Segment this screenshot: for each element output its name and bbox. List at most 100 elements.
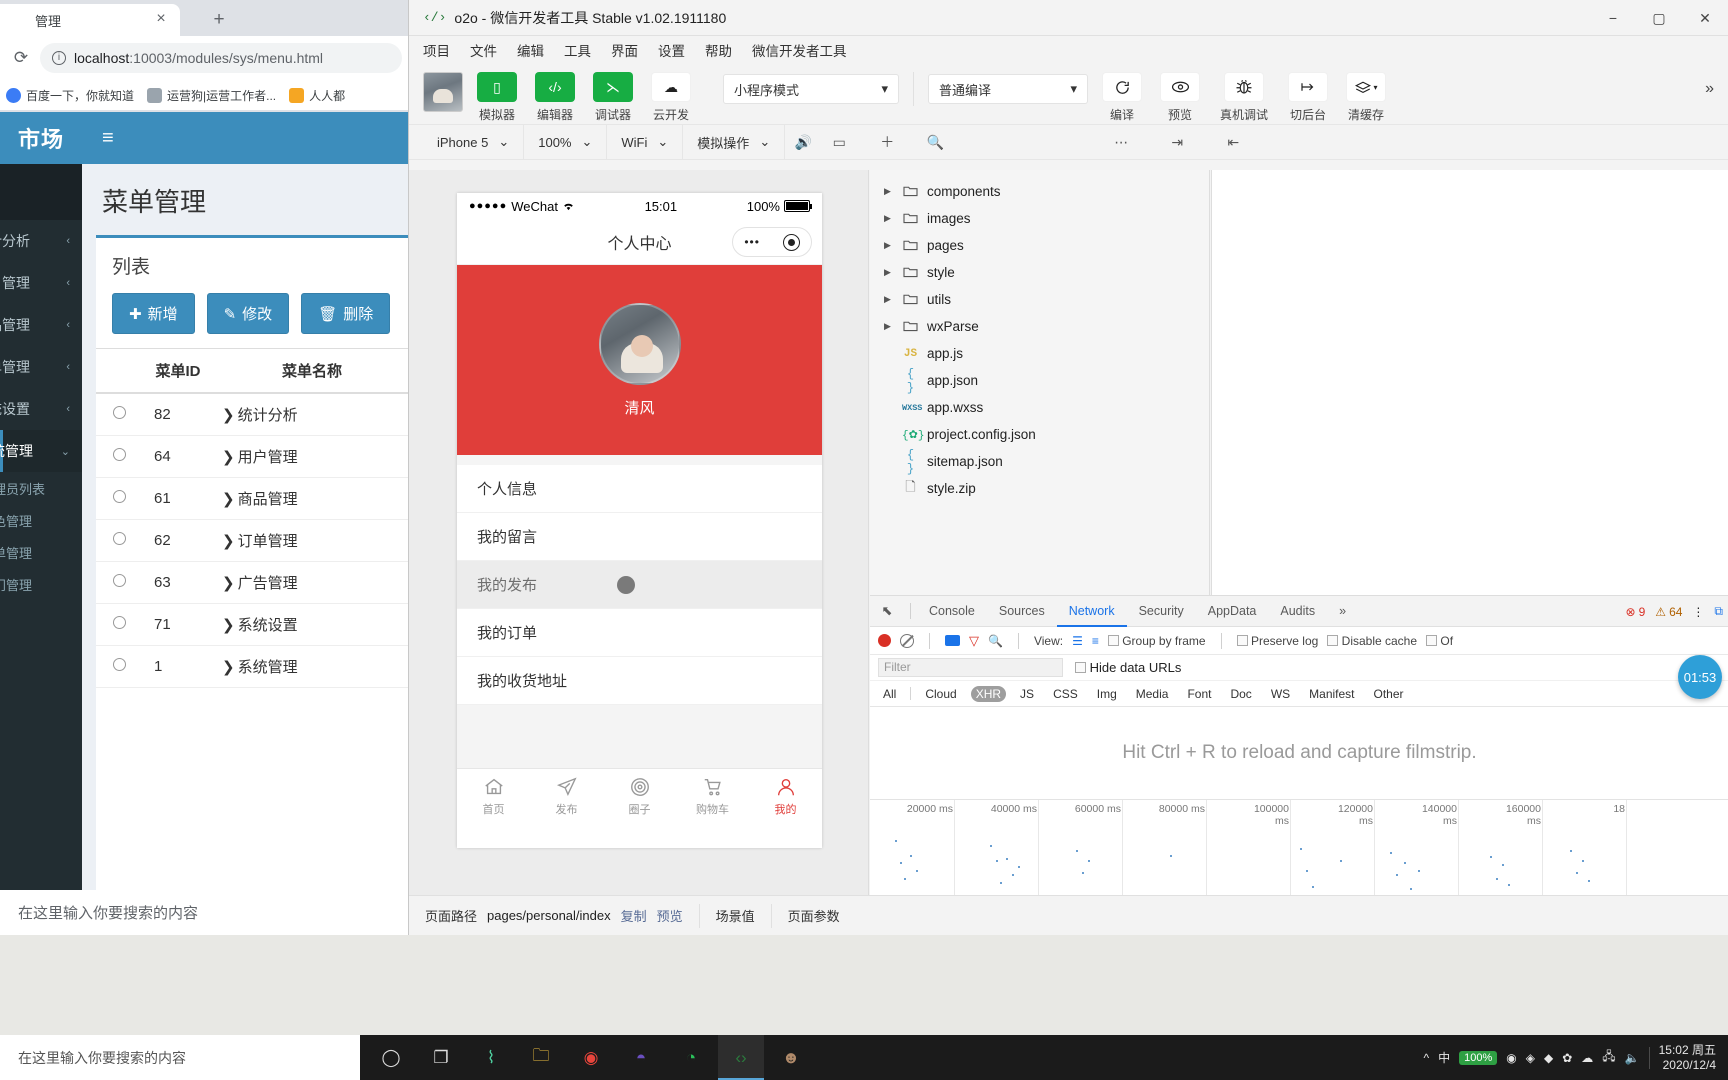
user-avatar[interactable] xyxy=(598,302,681,385)
taskbar-app-s-icon[interactable]: ⌇ xyxy=(468,1035,514,1080)
filter-input[interactable]: Filter xyxy=(878,658,1063,677)
network-icon[interactable]: 🖧 xyxy=(1602,1047,1615,1068)
close-icon[interactable]: × xyxy=(152,11,170,29)
file-tree-item[interactable]: { } sitemap.json xyxy=(870,448,1209,476)
taskbar-search-input[interactable]: 在这里输入你要搜索的内容 xyxy=(0,1035,360,1080)
resource-filter-all[interactable]: All xyxy=(878,686,901,702)
close-circle-icon[interactable] xyxy=(782,233,800,251)
resource-filter-font[interactable]: Font xyxy=(1182,686,1216,702)
table-row[interactable]: 71 ❯ 系统设置 xyxy=(96,603,410,646)
resource-filter-ws[interactable]: WS xyxy=(1266,686,1295,702)
bookmark-item[interactable]: 百度一下，你就知道 xyxy=(6,87,134,104)
file-tree-item[interactable]: ▶ components xyxy=(870,178,1209,205)
filmstrip-icon[interactable] xyxy=(945,635,960,646)
menu-tools[interactable]: 工具 xyxy=(564,40,591,60)
toolbar-compile[interactable]: 编译 xyxy=(1098,72,1146,123)
sidebar-subitem-depts[interactable]: 部门管理 xyxy=(0,568,82,600)
menu-help[interactable]: 帮助 xyxy=(705,40,732,60)
hide-data-urls-checkbox[interactable]: Hide data URLs xyxy=(1075,660,1181,675)
file-tree-item[interactable]: ▶ wxParse xyxy=(870,313,1209,340)
error-badge[interactable]: ⊗ 9 xyxy=(1626,605,1646,619)
warning-badge[interactable]: ⚠ 64 xyxy=(1655,605,1682,619)
tray-icon-5[interactable]: ☁ xyxy=(1581,1051,1593,1065)
resource-filter-js[interactable]: JS xyxy=(1015,686,1039,702)
sidebar-item-orders[interactable]: 订单管理 ‹ xyxy=(0,346,82,388)
toolbar-editor[interactable]: ‹/› 编辑器 xyxy=(531,72,579,123)
bookmark-item[interactable]: 运营狗|运营工作者... xyxy=(147,87,276,104)
taskbar-app-purple-icon[interactable]: ◓ xyxy=(618,1035,664,1080)
expand-triangle-icon[interactable]: ▶ xyxy=(884,321,894,332)
preview-link[interactable]: 预览 xyxy=(657,906,683,925)
file-tree-item[interactable]: ▶ images xyxy=(870,205,1209,232)
tab-security[interactable]: Security xyxy=(1127,596,1196,627)
taskbar-wechat-icon[interactable]: ◔ xyxy=(668,1035,714,1080)
menu-settings[interactable]: 设置 xyxy=(658,40,685,60)
toolbar-simulator[interactable]: ▯ 模拟器 xyxy=(473,72,521,123)
bookmark-item[interactable]: 人人都 xyxy=(289,87,345,104)
row-radio[interactable] xyxy=(96,477,142,520)
table-row[interactable]: 61 ❯ 商品管理 xyxy=(96,477,410,520)
tray-icon-2[interactable]: ◈ xyxy=(1526,1051,1535,1065)
tray-icon-4[interactable]: ✿ xyxy=(1562,1051,1572,1065)
more-icon[interactable]: ••• xyxy=(744,235,760,249)
wechat-capsule[interactable]: ••• xyxy=(732,227,812,257)
menu-project[interactable]: 项目 xyxy=(423,40,450,60)
menu-about[interactable]: 微信开发者工具 xyxy=(752,40,847,60)
sidebar-item-users[interactable]: 用户管理 ‹ xyxy=(0,262,82,304)
toolbar-preview[interactable]: 预览 xyxy=(1156,72,1204,123)
tab-appdata[interactable]: AppData xyxy=(1196,596,1269,627)
screen-icon[interactable]: ▭ xyxy=(821,124,857,160)
table-row[interactable]: 82 ❯ 统计分析 xyxy=(96,393,410,436)
plus-icon[interactable]: + xyxy=(205,9,233,33)
resource-filter-doc[interactable]: Doc xyxy=(1225,686,1256,702)
file-tree-item[interactable]: ▶ style xyxy=(870,259,1209,286)
tray-chevron-icon[interactable]: ^ xyxy=(1423,1051,1429,1065)
row-radio[interactable] xyxy=(96,435,142,478)
maximize-button[interactable]: ▢ xyxy=(1636,0,1682,36)
browser-bottom-search[interactable]: 在这里输入你要搜索的内容 xyxy=(0,890,410,935)
tabs-overflow-icon[interactable]: » xyxy=(1327,596,1358,627)
group-by-frame-checkbox[interactable]: Group by frame xyxy=(1107,634,1206,648)
close-button[interactable]: ✕ xyxy=(1682,0,1728,36)
profile-menu-item[interactable]: 我的留言 xyxy=(457,513,822,561)
file-tree-item[interactable]: JS app.js xyxy=(870,340,1209,367)
add-icon[interactable]: ＋ xyxy=(857,124,917,160)
expand-triangle-icon[interactable]: ▶ xyxy=(884,186,894,197)
resource-filter-cloud[interactable]: Cloud xyxy=(920,686,961,702)
table-row[interactable]: 63 ❯ 广告管理 xyxy=(96,561,410,604)
menu-edit[interactable]: 编辑 xyxy=(517,40,544,60)
row-radio[interactable] xyxy=(96,603,142,646)
sidebar-item-statistics[interactable]: 统计分析 ‹ xyxy=(0,220,82,262)
mode-select[interactable]: 小程序模式 ▾ xyxy=(723,74,899,104)
delete-button[interactable]: 🗑 删除 xyxy=(301,293,391,334)
profile-menu-item[interactable]: 我的发布 xyxy=(457,561,822,609)
search-icon[interactable]: 🔍 xyxy=(917,124,953,160)
scene-value-cell[interactable]: 场景值 xyxy=(700,896,771,936)
simulate-action-select[interactable]: 模拟操作 ⌄ xyxy=(683,124,786,160)
hamburger-icon[interactable]: ≡ xyxy=(102,128,114,148)
taskbar-file-explorer-icon[interactable]: 🗀 xyxy=(518,1035,564,1080)
disable-cache-checkbox[interactable]: Disable cache xyxy=(1327,634,1417,648)
avatar[interactable] xyxy=(423,72,463,112)
tabbar-item-home[interactable]: 首页 xyxy=(457,769,530,824)
record-icon[interactable] xyxy=(878,634,891,647)
row-radio[interactable] xyxy=(96,393,142,436)
inspect-element-icon[interactable]: ⬉ xyxy=(870,596,904,627)
add-button[interactable]: ✚ 新增 xyxy=(112,293,195,334)
sound-icon[interactable]: 🔊 xyxy=(785,124,821,160)
expand-triangle-icon[interactable]: ▶ xyxy=(884,294,894,305)
zoom-select[interactable]: 100% ⌄ xyxy=(524,124,608,160)
sidebar-item-products[interactable]: 商品管理 ‹ xyxy=(0,304,82,346)
tab-network[interactable]: Network xyxy=(1057,596,1127,627)
editor-area[interactable] xyxy=(1211,170,1728,595)
file-tree-item[interactable]: { } app.json xyxy=(870,367,1209,395)
tab-console[interactable]: Console xyxy=(917,596,987,627)
sidebar-subitem-roles[interactable]: 角色管理 xyxy=(0,504,82,536)
waterfall-view-icon[interactable]: ≡ xyxy=(1092,634,1099,648)
taskbar-cortana-icon[interactable]: ◯ xyxy=(368,1035,414,1080)
resource-filter-css[interactable]: CSS xyxy=(1048,686,1083,702)
taskbar-avatar-icon[interactable]: ☻ xyxy=(768,1035,814,1080)
toolbar-background[interactable]: 切后台 xyxy=(1284,72,1332,123)
list-view-icon[interactable]: ☰ xyxy=(1072,634,1083,648)
tab-sources[interactable]: Sources xyxy=(987,596,1057,627)
